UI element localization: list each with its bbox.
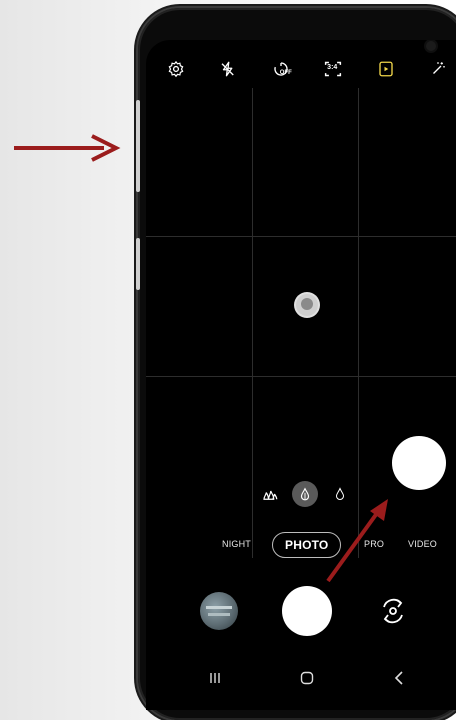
grid-line-vertical-1 bbox=[252, 88, 253, 558]
back-icon[interactable] bbox=[384, 666, 414, 690]
aspect-ratio-label: 3:4 bbox=[327, 64, 338, 71]
focus-indicator[interactable] bbox=[296, 294, 318, 316]
grid-line-horizontal-2 bbox=[146, 376, 456, 377]
timer-off-icon[interactable]: OFF bbox=[269, 57, 293, 81]
motion-photo-icon[interactable] bbox=[374, 57, 398, 81]
wide-icon[interactable] bbox=[292, 481, 318, 507]
camera-screen: OFF 3:4 NIGHT PHOTO PRO VIDEO bbox=[146, 40, 456, 710]
mode-video[interactable]: VIDEO bbox=[408, 530, 437, 558]
settings-icon[interactable] bbox=[164, 57, 188, 81]
ultra-wide-icon[interactable] bbox=[260, 484, 280, 504]
shutter-button[interactable] bbox=[282, 586, 332, 636]
volume-button[interactable] bbox=[136, 100, 140, 192]
aspect-ratio-icon[interactable]: 3:4 bbox=[321, 57, 345, 81]
annotation-arrow-up bbox=[326, 499, 388, 583]
grid-line-vertical-2 bbox=[358, 88, 359, 558]
gallery-thumbnail[interactable] bbox=[200, 592, 238, 630]
front-camera-punch-hole bbox=[426, 41, 436, 51]
switch-camera-icon[interactable] bbox=[376, 594, 410, 628]
recent-apps-icon[interactable] bbox=[200, 666, 230, 690]
floating-shutter-button[interactable] bbox=[392, 436, 446, 490]
camera-top-bar: OFF 3:4 bbox=[146, 54, 456, 84]
flash-off-icon[interactable] bbox=[216, 57, 240, 81]
home-icon[interactable] bbox=[292, 666, 322, 690]
system-nav-bar bbox=[146, 658, 456, 698]
filter-icon[interactable] bbox=[426, 57, 450, 81]
mode-night[interactable]: NIGHT bbox=[222, 530, 251, 558]
grid-line-horizontal-1 bbox=[146, 236, 456, 237]
timer-off-label: OFF bbox=[279, 70, 292, 76]
camera-mode-selector: NIGHT PHOTO PRO VIDEO bbox=[146, 530, 456, 558]
bixby-button[interactable] bbox=[136, 238, 140, 290]
annotation-arrow-left bbox=[14, 134, 121, 162]
